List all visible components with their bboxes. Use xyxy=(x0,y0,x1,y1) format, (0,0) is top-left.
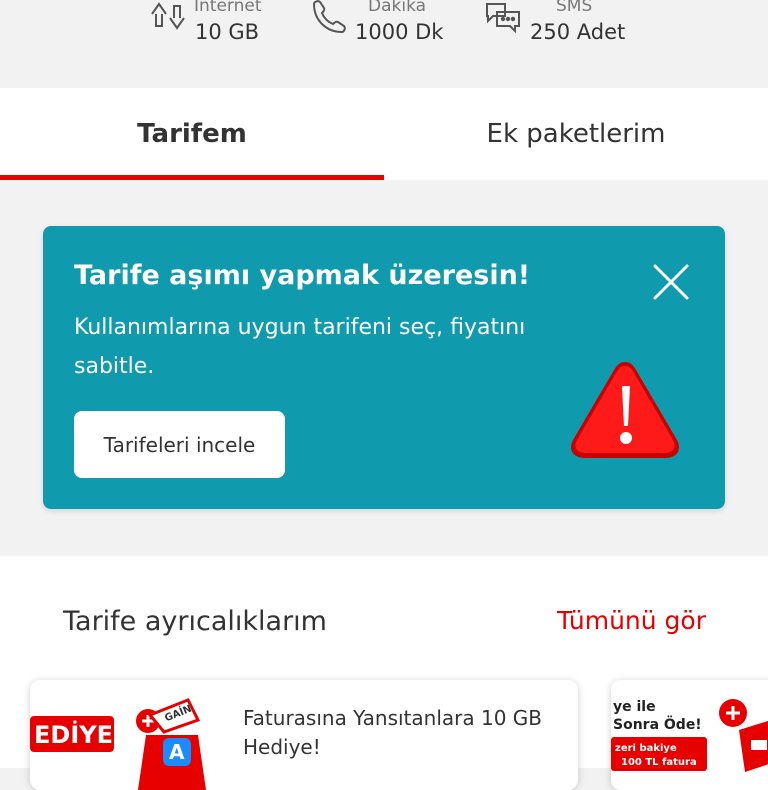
tariffs-button[interactable]: Tarifeleri incele xyxy=(74,411,285,478)
section-title: Tarife ayrıcalıklarım xyxy=(63,606,327,637)
active-tab-indicator xyxy=(0,175,384,180)
stat-label: SMS xyxy=(556,0,593,16)
promo-line: 100 TL fatura xyxy=(621,757,697,768)
tab-label: Ek paketlerim xyxy=(486,119,666,149)
svg-text:A: A xyxy=(169,740,185,764)
usage-summary: İnternet 10 GB Dakika 1000 Dk SMS 250 Ad… xyxy=(0,0,768,88)
tab-bar: Tarifem Ek paketlerim xyxy=(0,88,768,180)
chat-icon xyxy=(486,3,520,34)
promo-line: ye ile xyxy=(613,699,656,715)
tariff-overage-banner: Tarife aşımı yapmak üzeresin! Kullanımla… xyxy=(43,226,725,509)
tab-tarifem[interactable]: Tarifem xyxy=(0,88,384,180)
phone-icon xyxy=(312,0,346,34)
banner-text: Kullanımlarına uygun tarifeni seç, fiyat… xyxy=(74,315,526,379)
tab-label: Tarifem xyxy=(137,119,247,149)
stat-label: İnternet xyxy=(194,0,262,16)
promo-image-text: EDİYE xyxy=(34,720,113,749)
warning-icon xyxy=(571,362,679,458)
stat-value: 250 Adet xyxy=(530,20,626,44)
benefit-card[interactable]: EDİYE GAİN A Faturasına Yansıtanlara 10 … xyxy=(30,680,578,790)
tab-ek-paketlerim[interactable]: Ek paketlerim xyxy=(384,88,768,180)
stat-label: Dakika xyxy=(368,0,427,16)
pay-later-promo-image: ye ile Sonra Öde! zeri bakiye 100 TL fat… xyxy=(611,680,768,790)
data-transfer-icon xyxy=(151,2,185,30)
benefit-card[interactable]: ye ile Sonra Öde! zeri bakiye 100 TL fat… xyxy=(611,680,768,790)
gift-promo-image: EDİYE GAİN A xyxy=(30,698,206,790)
stat-value: 1000 Dk xyxy=(355,20,444,44)
benefit-card-text: Faturasına Yansıtanlara 10 GB Hediye! xyxy=(243,706,543,759)
promo-line: Sonra Öde! xyxy=(613,715,702,733)
stat-value: 10 GB xyxy=(195,20,260,44)
close-icon[interactable] xyxy=(651,262,691,302)
see-all-link[interactable]: Tümünü gör xyxy=(557,606,706,635)
promo-line: zeri bakiye xyxy=(615,743,677,754)
banner-title: Tarife aşımı yapmak üzeresin! xyxy=(74,260,531,291)
